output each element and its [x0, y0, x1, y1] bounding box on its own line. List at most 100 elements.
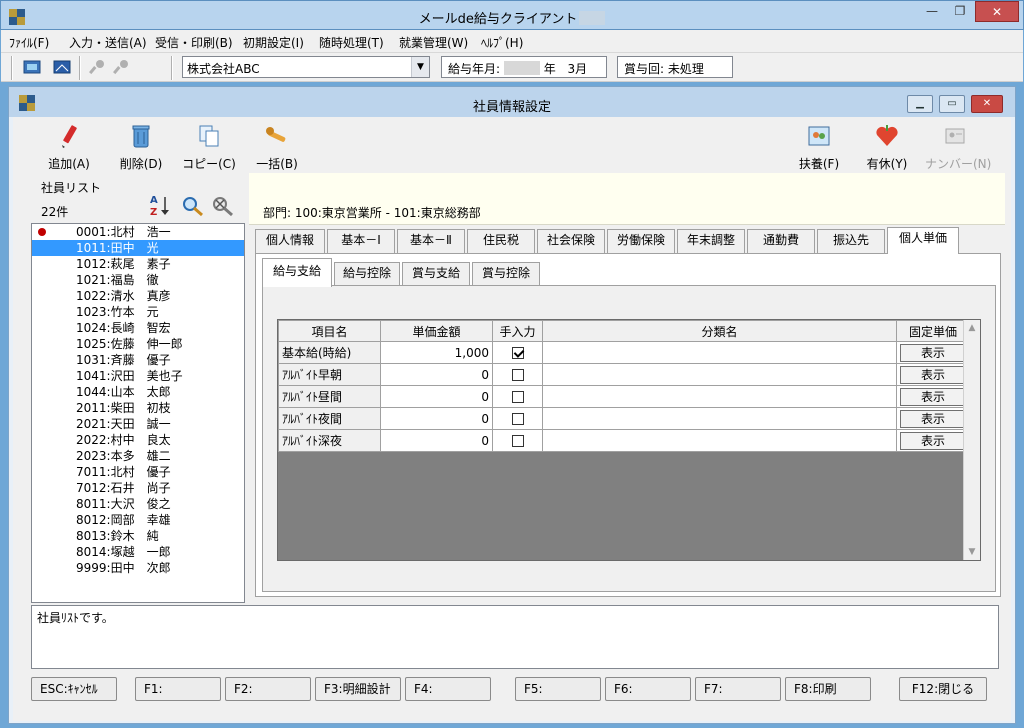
employee-list-item[interactable]: 2011:柴田 初枝	[32, 400, 244, 416]
manual-input-checkbox[interactable]	[511, 369, 524, 381]
category-cell[interactable]	[542, 429, 897, 452]
unit-amount-cell[interactable]: 0	[380, 385, 493, 408]
tab-commute-allowance[interactable]: 通勤費	[747, 229, 815, 253]
unit-amount-cell[interactable]: 0	[380, 429, 493, 452]
f3-detail-design-button[interactable]: F3:明細設計	[315, 677, 401, 701]
copy-button[interactable]: コピー(C)	[179, 123, 239, 172]
category-cell[interactable]	[542, 341, 897, 364]
tab-resident-tax[interactable]: 住民税	[467, 229, 535, 253]
tab-salary-deduction[interactable]: 給与控除	[334, 262, 400, 286]
employee-list-item[interactable]: 1012:萩尾 素子	[32, 256, 244, 272]
tab-bonus-deduction[interactable]: 賞与控除	[472, 262, 540, 286]
my-number-button[interactable]: ナンバー(N)	[925, 123, 991, 172]
employee-list-item[interactable]: 8014:塚越 一郎	[32, 544, 244, 560]
f6-button[interactable]: F6:	[605, 677, 691, 701]
manual-input-checkbox[interactable]	[511, 391, 524, 403]
f8-print-button[interactable]: F8:印刷	[785, 677, 871, 701]
tab-social-insurance[interactable]: 社会保険	[537, 229, 605, 253]
menu-receive-print[interactable]: 受信・印刷(B)	[155, 34, 233, 51]
window-close-button[interactable]: ✕	[971, 95, 1003, 113]
send-mail-icon[interactable]	[23, 59, 41, 75]
search-clear-icon[interactable]	[211, 195, 235, 217]
col-header-unit-amount[interactable]: 単価金額	[380, 320, 493, 342]
scroll-down-icon[interactable]: ▼	[964, 544, 980, 560]
menu-attendance[interactable]: 就業管理(W)	[399, 34, 468, 51]
menu-input-send[interactable]: 入力・送信(A)	[69, 34, 147, 51]
bulk-button[interactable]: 一括(B)	[247, 123, 307, 172]
dependents-button[interactable]: 扶養(F)	[789, 123, 849, 172]
unit-amount-cell[interactable]: 1,000	[380, 341, 493, 364]
minimize-button[interactable]: —	[919, 1, 945, 22]
tab-labor-insurance[interactable]: 労働保険	[607, 229, 675, 253]
manual-input-checkbox[interactable]	[511, 413, 524, 425]
esc-cancel-button[interactable]: ESC:ｷｬﾝｾﾙ	[31, 677, 117, 701]
show-button[interactable]: 表示	[900, 409, 966, 428]
unit-amount-cell[interactable]: 0	[380, 363, 493, 386]
sort-az-icon[interactable]: A Z	[149, 193, 171, 217]
f1-button[interactable]: F1:	[135, 677, 221, 701]
employee-list-item[interactable]: 1021:福島 徹	[32, 272, 244, 288]
add-button[interactable]: 追加(A)	[39, 123, 99, 172]
tab-bonus-payment[interactable]: 賞与支給	[402, 262, 470, 286]
tab-personal-info[interactable]: 個人情報	[255, 229, 325, 253]
employee-list-item[interactable]: 2021:天田 誠一	[32, 416, 244, 432]
show-button[interactable]: 表示	[900, 431, 966, 450]
employee-list-item[interactable]: 9999:田中 次郎	[32, 560, 244, 576]
show-button[interactable]: 表示	[900, 343, 966, 362]
f7-button[interactable]: F7:	[695, 677, 781, 701]
employee-list-item[interactable]: 8011:大沢 俊之	[32, 496, 244, 512]
company-select[interactable]: 株式会社ABC ▼	[182, 56, 430, 78]
tab-bank-transfer[interactable]: 振込先	[817, 229, 885, 253]
f12-close-button[interactable]: F12:閉じる	[899, 677, 987, 701]
menu-initial-settings[interactable]: 初期設定(I)	[243, 34, 304, 51]
category-cell[interactable]	[542, 385, 897, 408]
f4-button[interactable]: F4:	[405, 677, 491, 701]
col-header-category[interactable]: 分類名	[542, 320, 897, 342]
employee-list-item[interactable]: 0001:北村 浩一	[32, 224, 244, 240]
paid-leave-button[interactable]: 有休(Y)	[857, 123, 917, 172]
unit-amount-cell[interactable]: 0	[380, 407, 493, 430]
employee-list-item[interactable]: 8013:鈴木 純	[32, 528, 244, 544]
receive-mail-icon[interactable]	[53, 59, 71, 75]
employee-list-item[interactable]: 1022:清水 真彦	[32, 288, 244, 304]
grid-scrollbar[interactable]: ▲ ▼	[963, 320, 980, 560]
close-button[interactable]: ✕	[975, 1, 1019, 22]
f2-button[interactable]: F2:	[225, 677, 311, 701]
employee-list-item[interactable]: 1044:山本 太郎	[32, 384, 244, 400]
employee-list-item[interactable]: 2022:村中 良太	[32, 432, 244, 448]
tab-basic-2[interactable]: 基本－Ⅱ	[397, 229, 465, 253]
window-restore-button[interactable]: ▭	[939, 95, 965, 113]
menu-adhoc[interactable]: 随時処理(T)	[319, 34, 384, 51]
key-icon[interactable]	[113, 59, 131, 75]
key-icon[interactable]	[89, 59, 107, 75]
menu-help[interactable]: ﾍﾙﾌﾟ(H)	[481, 34, 523, 51]
tab-salary-payment[interactable]: 給与支給	[262, 258, 332, 287]
employee-list[interactable]: 0001:北村 浩一 1011:田中 光 1012:萩尾 素子 1021:福島 …	[31, 223, 245, 603]
employee-list-item[interactable]: 7011:北村 優子	[32, 464, 244, 480]
category-cell[interactable]	[542, 363, 897, 386]
col-header-item-name[interactable]: 項目名	[278, 320, 381, 342]
employee-list-item[interactable]: 1031:斉藤 優子	[32, 352, 244, 368]
employee-list-item[interactable]: 1023:竹本 元	[32, 304, 244, 320]
manual-input-checkbox[interactable]	[511, 347, 524, 359]
menu-file[interactable]: ﾌｧｲﾙ(F)	[9, 34, 49, 51]
tab-year-end-adjustment[interactable]: 年末調整	[677, 229, 745, 253]
employee-list-item[interactable]: 2023:本多 雄二	[32, 448, 244, 464]
employee-list-item[interactable]: 1041:沢田 美也子	[32, 368, 244, 384]
col-header-fixed-rate[interactable]: 固定単価	[896, 320, 970, 342]
category-cell[interactable]	[542, 407, 897, 430]
employee-list-item[interactable]: 7012:石井 尚子	[32, 480, 244, 496]
employee-list-item[interactable]: 1024:長崎 智宏	[32, 320, 244, 336]
employee-list-item[interactable]: 1025:佐藤 伸一郎	[32, 336, 244, 352]
show-button[interactable]: 表示	[900, 365, 966, 384]
col-header-manual-input[interactable]: 手入力	[492, 320, 543, 342]
employee-list-item[interactable]: 8012:岡部 幸雄	[32, 512, 244, 528]
tab-basic-1[interactable]: 基本－Ⅰ	[327, 229, 395, 253]
chevron-down-icon[interactable]: ▼	[411, 57, 429, 77]
tab-personal-rate[interactable]: 個人単価	[887, 227, 959, 254]
window-minimize-button[interactable]: ▁	[907, 95, 933, 113]
scroll-up-icon[interactable]: ▲	[964, 320, 980, 336]
employee-list-item-selected[interactable]: 1011:田中 光	[32, 240, 244, 256]
show-button[interactable]: 表示	[900, 387, 966, 406]
maximize-button[interactable]: ❐	[947, 1, 973, 22]
